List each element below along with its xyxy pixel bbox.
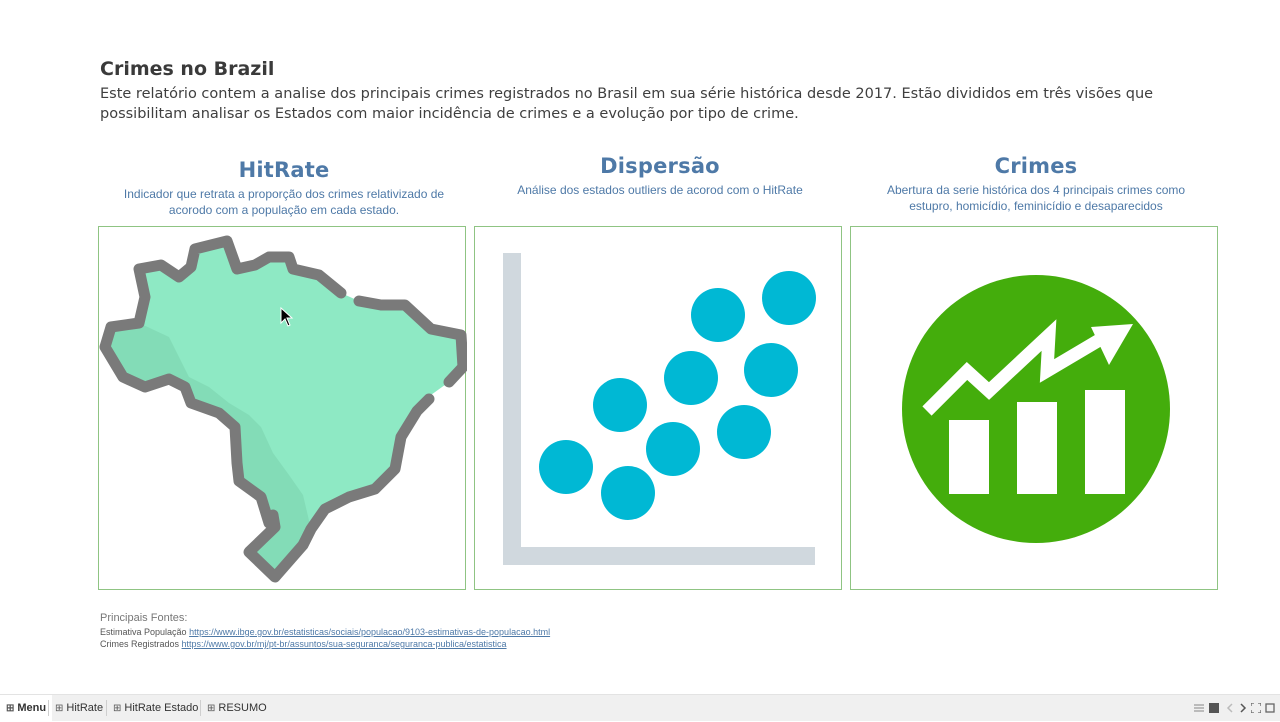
tab-resumo[interactable]: ⊞ RESUMO (201, 695, 273, 721)
growth-bar (949, 420, 989, 494)
scatter-dot (593, 378, 647, 432)
source-link-ibge[interactable]: https://www.ibge.gov.br/estatisticas/soc… (189, 627, 550, 637)
dashboard-grid-icon: ⊞ (113, 703, 122, 714)
previous-sheet-icon[interactable] (1225, 703, 1235, 713)
source-name: Estimativa População (100, 627, 187, 637)
scatter-plot-icon (503, 253, 816, 565)
scatter-dot (646, 422, 700, 476)
source-row-crimes: Crimes Registrados https://www.gov.br/mj… (100, 638, 550, 650)
card-header-crimes: Crimes Abertura da serie histórica dos 4… (852, 154, 1220, 214)
card-header-dispersao: Dispersão Análise dos estados outliers d… (476, 154, 844, 198)
next-sheet-icon[interactable] (1238, 703, 1248, 713)
card-title-dispersao: Dispersão (600, 154, 720, 178)
source-link-gov[interactable]: https://www.gov.br/mj/pt-br/assuntos/sua… (182, 639, 507, 649)
scatter-dot (717, 405, 771, 459)
growth-chart-icon (902, 275, 1170, 543)
crimes-card[interactable] (850, 226, 1218, 590)
dashboard-grid-icon: ⊞ (6, 703, 15, 714)
scatter-dot (762, 271, 816, 325)
growth-bar (1017, 402, 1057, 494)
source-name: Crimes Registrados (100, 639, 180, 649)
card-title-hitrate: HitRate (238, 158, 330, 182)
card-description-dispersao: Análise dos estados outliers de acorod c… (517, 183, 803, 197)
sources-section: Principais Fontes: Estimativa População … (100, 612, 550, 650)
tab-view-icon[interactable] (1209, 703, 1219, 713)
fullscreen-icon[interactable] (1265, 703, 1275, 713)
sheet-tab-bar: ⊞ Menu ⊞ HitRate ⊞ HitRate Estado ⊞ RESUMO (0, 694, 1280, 721)
hitrate-card[interactable] (98, 226, 467, 590)
brazil-map-icon (99, 235, 467, 583)
card-title-crimes: Crimes (994, 154, 1078, 178)
tab-hitrate[interactable]: ⊞ HitRate (49, 695, 109, 721)
tab-label: Menu (17, 702, 47, 714)
sources-label: Principais Fontes: (100, 612, 188, 624)
fit-view-icon[interactable] (1251, 703, 1261, 713)
card-header-hitrate: HitRate Indicador que retrata a proporçã… (100, 158, 468, 218)
filmstrip-view-icon[interactable] (1194, 703, 1204, 713)
tab-label: HitRate (66, 702, 104, 714)
scatter-dot (691, 288, 745, 342)
tab-menu[interactable]: ⊞ Menu (0, 695, 53, 721)
scatter-dot (744, 343, 798, 397)
source-row-population: Estimativa População https://www.ibge.go… (100, 626, 550, 638)
mouse-cursor-icon (280, 307, 294, 327)
tab-label: RESUMO (218, 702, 267, 714)
scatter-dot (601, 466, 655, 520)
dashboard-grid-icon: ⊞ (207, 703, 216, 714)
scatter-dot (664, 351, 718, 405)
growth-bar (1085, 390, 1125, 494)
tab-hitrate-estado[interactable]: ⊞ HitRate Estado (107, 695, 204, 721)
scatter-dot (539, 440, 593, 494)
card-description-crimes: Abertura da serie histórica dos 4 princi… (886, 183, 1186, 213)
intro-text: Este relatório contem a analise dos prin… (100, 86, 1154, 122)
dashboard-grid-icon: ⊞ (55, 703, 64, 714)
dispersao-card[interactable] (474, 226, 842, 590)
scatter-y-axis (503, 253, 521, 565)
tab-label: HitRate Estado (124, 702, 199, 714)
page-title: Crimes no Brazil (100, 58, 275, 80)
scatter-x-axis (503, 547, 815, 565)
card-description-hitrate: Indicador que retrata a proporção dos cr… (123, 187, 445, 217)
